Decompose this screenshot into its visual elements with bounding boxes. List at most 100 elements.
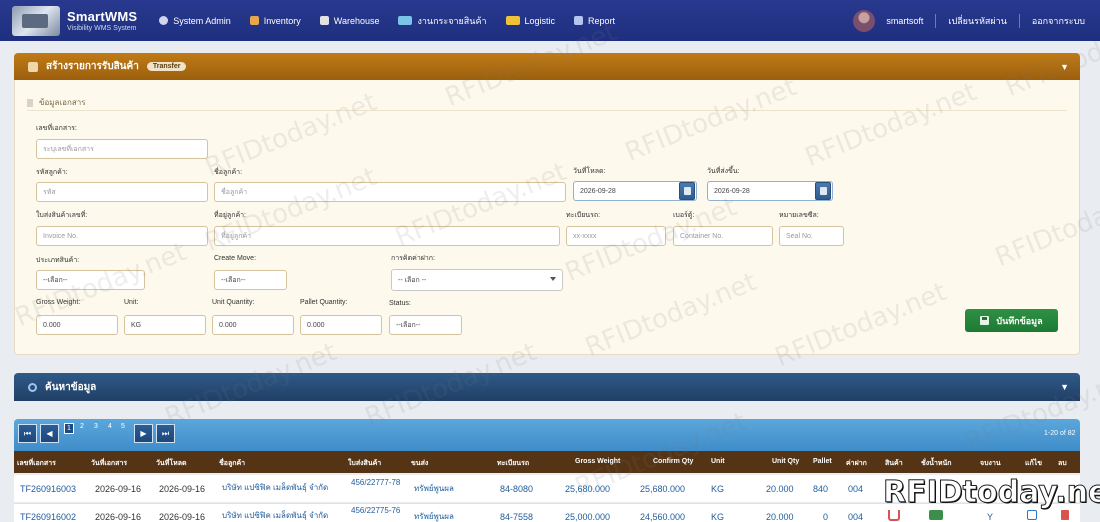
logout-link[interactable]: ออกจากระบบ xyxy=(1032,14,1085,28)
truck-icon[interactable] xyxy=(929,510,943,520)
customer-name-label: ชื่อลูกค้า: xyxy=(214,169,243,176)
plate-label: ทะเบียนรถ: xyxy=(566,212,601,219)
col-edit[interactable]: แก้ไข xyxy=(1025,458,1042,469)
top-navbar: SmartWMS Visibility WMS System System Ad… xyxy=(0,0,1100,41)
customer-cell: บริษัท แปซิฟิค เมล็ดพันธุ์ จำกัด xyxy=(222,511,329,520)
calendar-icon[interactable] xyxy=(679,182,695,200)
first-page-button[interactable]: ⏮ xyxy=(18,424,37,443)
menu-item-report[interactable]: Report xyxy=(574,14,615,28)
col-invoice[interactable]: ใบส่งสินค้า xyxy=(348,458,381,469)
plate-cell: 84-7558 xyxy=(500,512,534,522)
last-page-button[interactable]: ⏭ xyxy=(156,424,175,443)
col-product[interactable]: สินค้า xyxy=(885,458,903,469)
col-transport[interactable]: ขนส่ง xyxy=(411,458,428,469)
menu-item-warehouse[interactable]: Warehouse xyxy=(319,14,379,28)
col-pallet[interactable]: Pallet xyxy=(813,458,832,465)
gross-weight-input[interactable]: 0.000 xyxy=(36,315,118,335)
customer-code-input[interactable]: รหัส xyxy=(36,182,208,202)
create-receive-panel-header[interactable]: สร้างรายการรับสินค้า Transfer ▼ xyxy=(14,53,1080,80)
divider xyxy=(1018,13,1020,28)
calendar-icon[interactable] xyxy=(815,182,831,200)
transfer-badge: Transfer xyxy=(146,62,187,71)
pallet-qty-label: Pallet Quantity: xyxy=(300,299,348,306)
col-unit[interactable]: Unit xyxy=(711,458,725,465)
address-input[interactable]: ที่อยู่ลูกค้า xyxy=(214,226,560,246)
page-3[interactable]: 3 xyxy=(94,423,98,430)
doc-no-label: เลขที่เอกสาร: xyxy=(36,125,77,132)
edit-icon[interactable] xyxy=(1027,510,1037,520)
col-doc-date[interactable]: วันที่เอกสาร xyxy=(91,458,127,469)
unload-date-label: วันที่โหลด: xyxy=(573,168,606,175)
create-move-select[interactable]: --เลือก-- xyxy=(214,270,287,290)
menu-item-logistic[interactable]: Logistic xyxy=(505,14,556,28)
divider xyxy=(27,110,1067,111)
gear-icon xyxy=(159,16,169,25)
username[interactable]: smartsoft xyxy=(886,16,923,26)
warehouse-logo-icon[interactable] xyxy=(12,5,60,36)
unit-label: Unit: xyxy=(124,299,139,306)
change-password-link[interactable]: เปลี่ยนรหัสผ่าน xyxy=(948,14,1006,28)
plate-input[interactable]: xx-xxxx xyxy=(566,226,666,246)
doc-no-cell[interactable]: TF260916003 xyxy=(20,484,76,494)
page-5[interactable]: 5 xyxy=(121,423,125,430)
unit-cell: KG xyxy=(711,512,725,522)
save-label: บันทึกข้อมูล xyxy=(996,315,1043,326)
col-unit-qty[interactable]: Unit Qty xyxy=(772,458,799,465)
col-deposit[interactable]: ค่าฝาก xyxy=(846,458,867,469)
seal-input[interactable]: Seal No. xyxy=(779,226,844,246)
menu-item-distribution[interactable]: งานกระจายสินค้า xyxy=(398,14,487,28)
unit-cell: KG xyxy=(711,484,725,494)
panel-title: สร้างรายการรับสินค้า xyxy=(46,61,139,72)
customer-name-input[interactable]: ชื่อลูกค้า xyxy=(214,182,566,202)
form-body xyxy=(14,80,1080,355)
ship-date-label: วันที่ส่งขึ้น: xyxy=(707,168,740,175)
report-icon xyxy=(574,16,584,25)
pallet-qty-input[interactable]: 0.000 xyxy=(300,315,382,335)
product-type-select[interactable]: --เลือก-- xyxy=(36,270,145,290)
avatar[interactable] xyxy=(853,9,876,32)
load-date-cell: 2026-09-16 xyxy=(159,484,206,494)
col-delete[interactable]: ลบ xyxy=(1058,458,1067,469)
seal-label: หมายเลขซีล: xyxy=(779,212,819,219)
doc-no-input[interactable]: ระบุเลขที่เอกสาร xyxy=(36,139,208,159)
collapse-icon[interactable]: ▼ xyxy=(1060,382,1069,392)
col-confirm-qty[interactable]: Confirm Qty xyxy=(653,458,693,465)
search-panel-header[interactable]: ค้นหาข้อมูล ▼ xyxy=(14,373,1080,401)
distribution-icon xyxy=(398,16,413,25)
menu-item-system-admin[interactable]: System Admin xyxy=(159,14,231,28)
status-select[interactable]: --เลือก-- xyxy=(389,315,462,335)
divider xyxy=(935,13,937,28)
col-weigh[interactable]: ชั่งน้ำหนัก xyxy=(921,458,952,469)
invoice-input[interactable]: Invoice No. xyxy=(36,226,208,246)
doc-date-cell: 2026-09-16 xyxy=(95,512,142,522)
col-plate[interactable]: ทะเบียนรถ xyxy=(497,458,529,469)
col-customer[interactable]: ชื่อลูกค้า xyxy=(219,458,245,469)
address-label: ที่อยู่ลูกค้า: xyxy=(214,212,247,219)
next-page-button[interactable]: ▶ xyxy=(134,424,153,443)
brand[interactable]: SmartWMS Visibility WMS System xyxy=(67,9,137,32)
trash-icon[interactable] xyxy=(1061,510,1069,520)
unit-qty-input[interactable]: 0.000 xyxy=(212,315,294,335)
deposit-select[interactable]: -- เลือก -- xyxy=(391,269,563,291)
page-2[interactable]: 2 xyxy=(80,423,84,430)
menu-item-inventory[interactable]: Inventory xyxy=(249,14,301,28)
section-title: ข้อมูลเอกสาร xyxy=(27,96,86,109)
done-cell: Y xyxy=(987,512,994,522)
cart-icon[interactable] xyxy=(888,510,900,521)
unit-input[interactable]: KG xyxy=(124,315,206,335)
col-load-date[interactable]: วันที่โหลด xyxy=(156,458,187,469)
col-done[interactable]: จบงาน xyxy=(980,458,1001,469)
doc-no-cell[interactable]: TF260916002 xyxy=(20,512,76,522)
box-icon xyxy=(249,16,259,25)
page-4[interactable]: 4 xyxy=(108,423,112,430)
page-1[interactable]: 1 xyxy=(64,423,74,434)
container-input[interactable]: Container No. xyxy=(673,226,773,246)
menu-label: Logistic xyxy=(524,15,556,26)
transport-cell: ทรัพย์พูนผล xyxy=(414,484,454,493)
col-gross-weight[interactable]: Gross Weight xyxy=(575,458,620,465)
pallet-cell: 840 xyxy=(813,484,829,494)
col-doc-no[interactable]: เลขที่เอกสาร xyxy=(17,458,56,469)
save-button[interactable]: บันทึกข้อมูล xyxy=(965,309,1058,332)
collapse-icon[interactable]: ▼ xyxy=(1060,62,1069,72)
prev-page-button[interactable]: ◀ xyxy=(40,424,59,443)
